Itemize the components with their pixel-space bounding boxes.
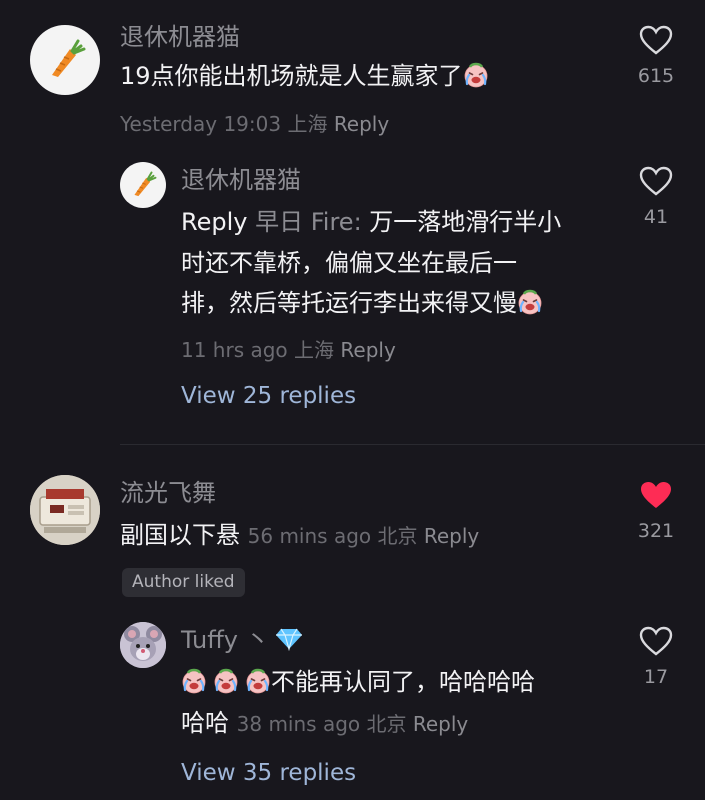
reply-target-username[interactable]: 早日 Fire: bbox=[255, 208, 362, 236]
heart-icon[interactable] bbox=[639, 25, 673, 55]
crying-laugh-emoji bbox=[181, 668, 207, 694]
console-icon bbox=[30, 475, 100, 545]
crying-laugh-emoji bbox=[245, 668, 271, 694]
reply-meta: 38 mins ago 北京 Reply bbox=[237, 712, 469, 736]
comment-username[interactable]: 流光飞舞 bbox=[120, 478, 216, 508]
reply-text: 万一落地滑行半小 bbox=[369, 208, 562, 236]
heart-icon[interactable] bbox=[639, 166, 673, 196]
reply-username[interactable]: Tuffy 丶 bbox=[181, 625, 304, 658]
like-button[interactable]: 17 bbox=[626, 626, 686, 688]
comment-time: Yesterday 19:03 bbox=[120, 112, 282, 136]
like-count: 321 bbox=[637, 520, 675, 542]
reply-prefix: Reply bbox=[181, 208, 248, 236]
reply-button[interactable]: Reply bbox=[413, 712, 468, 736]
divider bbox=[120, 444, 705, 445]
reply-text-line: Reply 早日 Fire: 万一落地滑行半小 bbox=[181, 204, 561, 241]
like-button[interactable]: 615 bbox=[626, 25, 686, 87]
like-count: 41 bbox=[643, 206, 669, 228]
view-replies-button[interactable]: View 35 replies bbox=[181, 760, 356, 786]
reply-location: 上海 bbox=[294, 338, 335, 362]
comment-location: 北京 bbox=[377, 524, 418, 548]
avatar[interactable] bbox=[120, 162, 166, 208]
reply-text-line: 排，然后等托运行李出来得又慢 bbox=[181, 285, 543, 322]
crying-laugh-emoji bbox=[517, 289, 543, 315]
like-count: 615 bbox=[637, 65, 675, 87]
reply-text-line: 哈哈 38 mins ago 北京 Reply bbox=[181, 709, 469, 737]
carrot-icon bbox=[134, 171, 157, 197]
view-replies-button[interactable]: View 25 replies bbox=[181, 383, 356, 409]
reply-button[interactable]: Reply bbox=[424, 524, 479, 548]
author-liked-badge: Author liked bbox=[122, 568, 245, 597]
reply-location: 北京 bbox=[366, 712, 407, 736]
avatar[interactable] bbox=[30, 475, 100, 545]
avatar[interactable] bbox=[30, 25, 100, 95]
carrot-icon bbox=[52, 39, 86, 77]
reply-time: 38 mins ago bbox=[236, 712, 361, 736]
mouse-icon bbox=[120, 622, 166, 668]
comment-text: 副国以下悬 56 mins ago 北京 Reply bbox=[120, 521, 480, 549]
username-suffix: 丶 bbox=[245, 626, 270, 654]
crying-laugh-emoji bbox=[463, 62, 489, 88]
heart-icon[interactable] bbox=[639, 626, 673, 656]
like-button[interactable]: 321 bbox=[626, 480, 686, 542]
reply-text-line: 时还不靠桥，偏偏又坐在最后一 bbox=[181, 249, 517, 277]
comment-username[interactable]: 退休机器猫 bbox=[120, 22, 240, 52]
comment-meta: Yesterday 19:03 上海 Reply bbox=[120, 110, 389, 138]
reply-button[interactable]: Reply bbox=[334, 112, 389, 136]
crying-laugh-emoji bbox=[213, 668, 239, 694]
reply-meta: 11 hrs ago 上海 Reply bbox=[181, 336, 396, 364]
heart-icon[interactable] bbox=[639, 480, 673, 510]
reply-button[interactable]: Reply bbox=[340, 338, 395, 362]
comment-time: 56 mins ago bbox=[247, 524, 372, 548]
reply-username[interactable]: 退休机器猫 bbox=[181, 165, 301, 195]
reply-text-line: 不能再认同了，哈哈哈哈 bbox=[181, 664, 535, 701]
comment-text: 19点你能出机场就是人生赢家了 bbox=[120, 58, 489, 95]
like-count: 17 bbox=[643, 666, 669, 688]
diamond-icon bbox=[274, 627, 304, 658]
comment-location: 上海 bbox=[287, 112, 328, 136]
like-button[interactable]: 41 bbox=[626, 166, 686, 228]
avatar[interactable] bbox=[120, 622, 166, 668]
reply-time: 11 hrs ago bbox=[181, 338, 288, 362]
comment-meta: 56 mins ago 北京 Reply bbox=[248, 524, 480, 548]
